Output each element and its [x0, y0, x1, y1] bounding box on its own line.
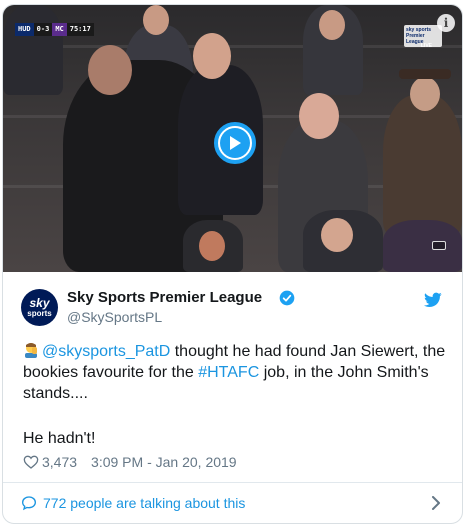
conversation-text[interactable]: 772 people are talking about this: [43, 495, 245, 511]
play-icon: [220, 128, 250, 158]
scorebug-home: HUD: [15, 23, 34, 36]
video-player[interactable]: HUD 0-3 MC 75:17 sky sports Premier Leag…: [3, 5, 462, 272]
like-count[interactable]: 3,473: [42, 454, 77, 470]
conversation-link[interactable]: 772 people are talking about this: [3, 483, 462, 523]
info-icon[interactable]: i: [437, 14, 455, 32]
scorebug-clock: 75:17: [66, 23, 94, 36]
scorebug: HUD 0-3 MC 75:17: [15, 23, 95, 36]
man-facepalming-emoji-icon: [25, 343, 37, 358]
tweet-meta: 3,473 3:09 PM - Jan 20, 2019: [23, 454, 237, 470]
timestamp[interactable]: 3:09 PM - Jan 20, 2019: [91, 454, 237, 470]
user-handle[interactable]: @SkySportsPL: [67, 309, 162, 325]
scorebug-away: MC: [52, 23, 67, 36]
verified-badge-icon: [279, 290, 295, 306]
display-name[interactable]: Sky Sports Premier League: [67, 289, 262, 306]
avatar[interactable]: sky sports: [21, 289, 58, 326]
screen-icon: [432, 241, 446, 250]
tweet-card: HUD 0-3 MC 75:17 sky sports Premier Leag…: [2, 4, 463, 524]
hashtag-link[interactable]: #HTAFC: [198, 364, 259, 381]
chevron-right-icon[interactable]: [430, 496, 442, 510]
speech-bubble-icon: [21, 496, 37, 511]
twitter-bird-icon[interactable]: [424, 292, 442, 308]
tweet-header: sky sports Sky Sports Premier League @Sk…: [3, 272, 462, 334]
tweet-text: @skysports_PatD thought he had found Jan…: [23, 341, 453, 404]
heart-icon[interactable]: [23, 454, 39, 470]
scorebug-score: 0-3: [33, 23, 53, 36]
mention-link[interactable]: @skysports_PatD: [42, 343, 170, 360]
live-label: LIVE: [420, 43, 432, 49]
play-button[interactable]: [214, 122, 256, 164]
tweet-text-second-line: He hadn't!: [23, 430, 96, 447]
